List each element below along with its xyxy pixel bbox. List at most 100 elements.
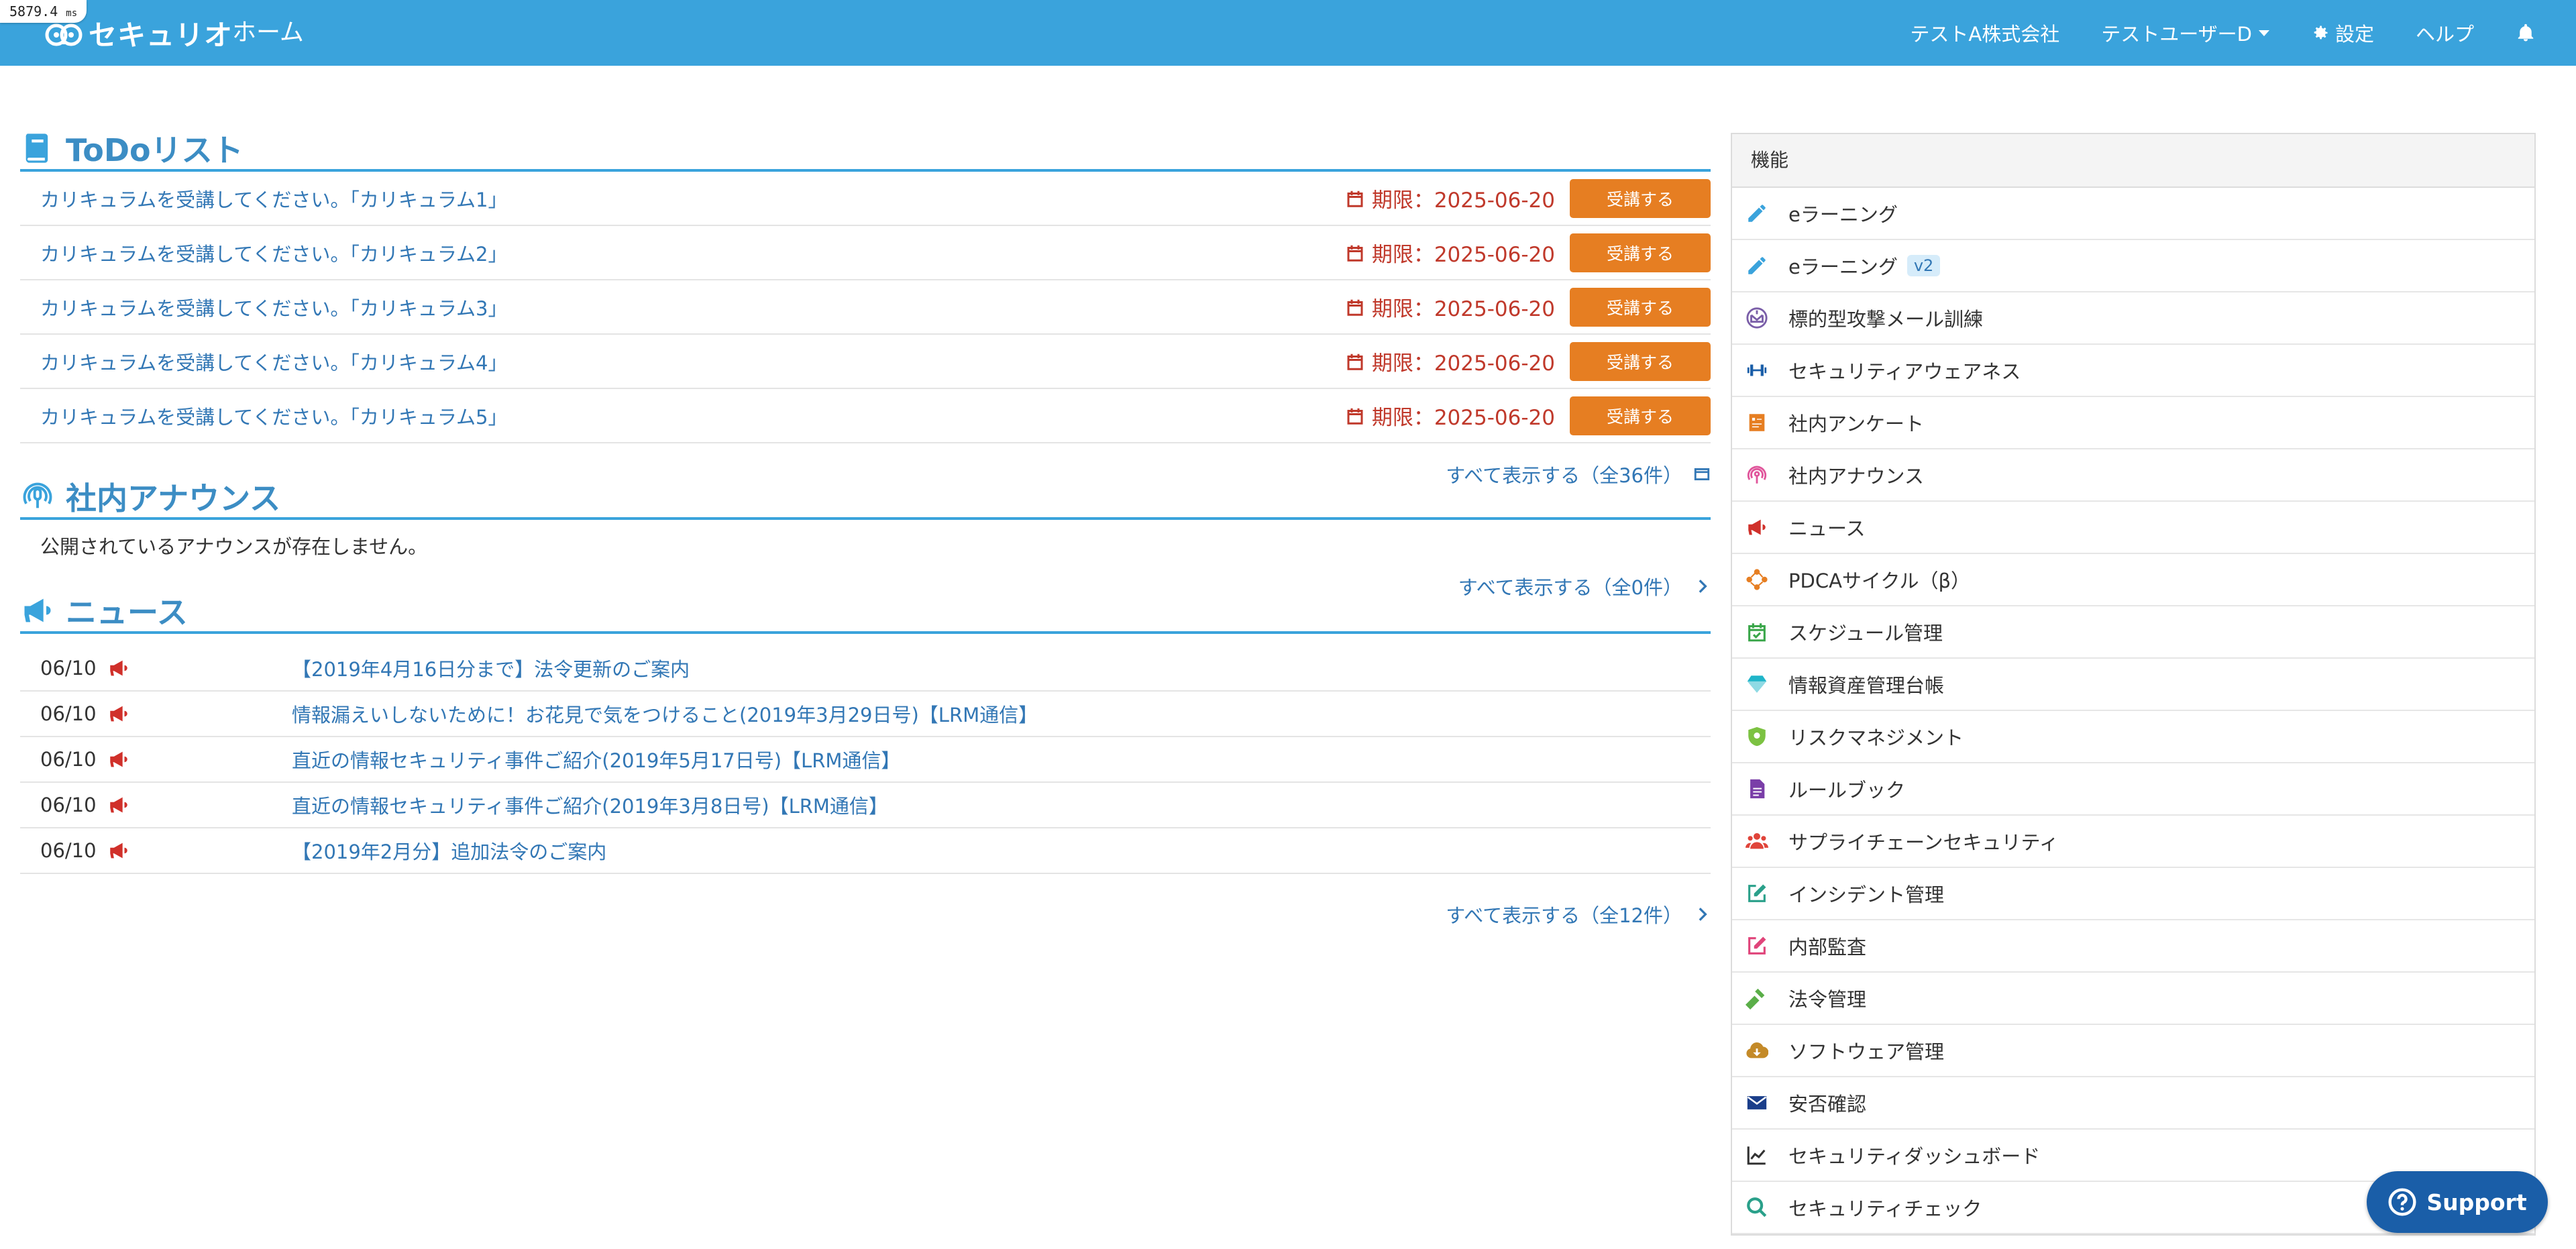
feature-label: 社内アナウンス [1788,465,1924,488]
user-menu-dropdown[interactable]: テストユーザーD [2101,19,2269,47]
support-button[interactable]: Support [2367,1171,2548,1233]
feature-label: 法令管理 [1788,988,1867,1011]
news-item-link[interactable]: 【2019年2月分】追加法令のご案内 [292,836,606,865]
features-panel: 機能 eラーニング eラーニング v2 標的型攻撃メール訓練 セキュリティアウェ… [1731,133,2536,1236]
feature-item-supply-chain[interactable]: サプライチェーンセキュリティ [1732,816,2534,868]
feature-item-elearning-v2[interactable]: eラーニング v2 [1732,240,2534,292]
feature-label: PDCAサイクル（β） [1788,569,1970,592]
todo-item-link[interactable]: カリキュラムを受講してください。「カリキュラム2」 [40,239,1345,267]
users-icon [1746,832,1768,849]
feature-item-safety-confirmation[interactable]: 安否確認 [1732,1077,2534,1130]
feature-item-news[interactable]: ニュース [1732,502,2534,554]
news-date: 06/10 [40,839,97,862]
megaphone-icon [110,660,127,676]
todo-item-link[interactable]: カリキュラムを受講してください。「カリキュラム4」 [40,347,1345,376]
news-item: 06/10 【2019年2月分】追加法令のご案内 [20,828,1711,874]
bell-icon [2518,23,2534,42]
news-item-link[interactable]: 直近の情報セキュリティ事件ご紹介(2019年3月8日号)【LRM通信】 [292,791,888,819]
todo-item-link[interactable]: カリキュラムを受講してください。「カリキュラム5」 [40,402,1345,430]
feature-item-schedule[interactable]: スケジュール管理 [1732,606,2534,659]
search-icon [1747,1197,1767,1217]
settings-label: 設定 [2334,23,2374,46]
company-name[interactable]: テストA株式会社 [1910,19,2059,47]
main-content: ToDoリスト カリキュラムを受講してください。「カリキュラム1」 期限：202… [20,127,1711,934]
news-date: 06/10 [40,748,97,771]
feature-item-asset-ledger[interactable]: 情報資産管理台帳 [1732,659,2534,711]
window-icon [1694,468,1710,480]
feature-item-software-management[interactable]: ソフトウェア管理 [1732,1025,2534,1077]
take-course-button[interactable]: 受講する [1570,178,1711,218]
feature-item-announce[interactable]: 社内アナウンス [1732,449,2534,502]
broadcast-icon [1747,466,1767,484]
todo-item: カリキュラムを受講してください。「カリキュラム3」 期限：2025-06-20 … [20,280,1711,335]
todo-item-link[interactable]: カリキュラムを受講してください。「カリキュラム1」 [40,184,1345,213]
edit-icon [1748,884,1766,902]
feature-item-risk-management[interactable]: リスクマネジメント [1732,711,2534,763]
caret-down-icon [2258,30,2269,36]
deadline-text: 期限：2025-06-20 [1371,351,1555,376]
feature-item-incident[interactable]: インシデント管理 [1732,868,2534,920]
take-course-button[interactable]: 受講する [1570,287,1711,327]
feature-item-rulebook[interactable]: ルールブック [1732,763,2534,816]
settings-link[interactable]: 設定 [2311,19,2374,47]
calendar-check-icon [1748,623,1766,642]
feature-label: 情報資産管理台帳 [1788,674,1945,697]
todo-item-link[interactable]: カリキュラムを受講してください。「カリキュラム3」 [40,293,1345,321]
cycle-icon [1746,569,1768,590]
todo-deadline: 期限：2025-06-20 [1345,237,1555,268]
feature-item-internal-audit[interactable]: 内部監査 [1732,920,2534,973]
feature-label: ルールブック [1788,779,1906,802]
feature-label: スケジュール管理 [1788,622,1943,645]
feature-item-pdca[interactable]: PDCAサイクル（β） [1732,554,2534,606]
todo-deadline: 期限：2025-06-20 [1345,183,1555,213]
feature-label: サプライチェーンセキュリティ [1788,831,2059,854]
news-item-link[interactable]: 【2019年4月16日分まで】法令更新のご案内 [292,654,690,682]
survey-icon [1749,414,1765,431]
diamond-icon [1747,675,1767,693]
megaphone-icon [1748,519,1766,535]
news-item: 06/10 【2019年4月16日分まで】法令更新のご案内 [20,646,1711,692]
news-item: 06/10 情報漏えいしないために！お花見で気をつけること(2019年3月29日… [20,692,1711,737]
feature-label: ソフトウェア管理 [1788,1040,1945,1063]
deadline-text: 期限：2025-06-20 [1371,297,1555,321]
nav-home-link[interactable]: ホーム [232,0,304,66]
feature-item-elearning[interactable]: eラーニング [1732,188,2534,240]
megaphone-icon [110,797,127,813]
feature-item-law-management[interactable]: 法令管理 [1732,973,2534,1025]
feature-item-phishing-training[interactable]: 標的型攻撃メール訓練 [1732,292,2534,345]
news-show-all-label: すべて表示する（全12件） [1446,904,1682,927]
help-link[interactable]: ヘルプ [2416,19,2474,47]
take-course-button[interactable]: 受講する [1570,341,1711,381]
news-item: 06/10 直近の情報セキュリティ事件ご紹介(2019年3月8日号)【LRM通信… [20,783,1711,828]
deadline-text: 期限：2025-06-20 [1371,243,1555,267]
news-item-link[interactable]: 情報漏えいしないために！お花見で気をつけること(2019年3月29日号)【LRM… [292,700,1038,728]
todo-item: カリキュラムを受講してください。「カリキュラム2」 期限：2025-06-20 … [20,226,1711,280]
calendar-icon [1347,191,1363,207]
notification-bell[interactable] [2516,23,2536,43]
gavel-icon [1746,988,1765,1010]
todo-list: カリキュラムを受講してください。「カリキュラム1」 期限：2025-06-20 … [20,172,1711,443]
feature-label: セキュリティチェック [1788,1197,1982,1220]
news-item-link[interactable]: 直近の情報セキュリティ事件ご紹介(2019年5月17日号)【LRM通信】 [292,745,900,773]
feature-label: 内部監査 [1788,936,1867,959]
mail-hook-icon [1746,307,1768,329]
chevron-right-icon [1699,580,1707,593]
feature-item-survey[interactable]: 社内アンケート [1732,397,2534,449]
feature-label: セキュリティダッシュボード [1788,1145,2041,1168]
calendar-icon [1347,245,1363,262]
features-panel-title: 機能 [1732,134,2534,188]
feature-label: ニュース [1788,517,1866,540]
support-label: Support [2426,1189,2527,1215]
take-course-button[interactable]: 受講する [1570,233,1711,272]
todo-item: カリキュラムを受講してください。「カリキュラム1」 期限：2025-06-20 … [20,172,1711,226]
feature-label: 社内アンケート [1788,413,1924,435]
pencil-icon [1748,257,1766,274]
todo-title: ToDoリスト [66,132,244,168]
chevron-right-icon [1699,908,1707,921]
take-course-button[interactable]: 受講する [1570,396,1711,435]
news-show-all-link[interactable]: すべて表示する（全12件） [20,894,1711,934]
megaphone-icon [24,598,51,622]
feature-item-security-awareness[interactable]: セキュリティアウェアネス [1732,345,2534,397]
broadcast-icon [23,482,52,508]
feature-label: 標的型攻撃メール訓練 [1788,308,1984,331]
